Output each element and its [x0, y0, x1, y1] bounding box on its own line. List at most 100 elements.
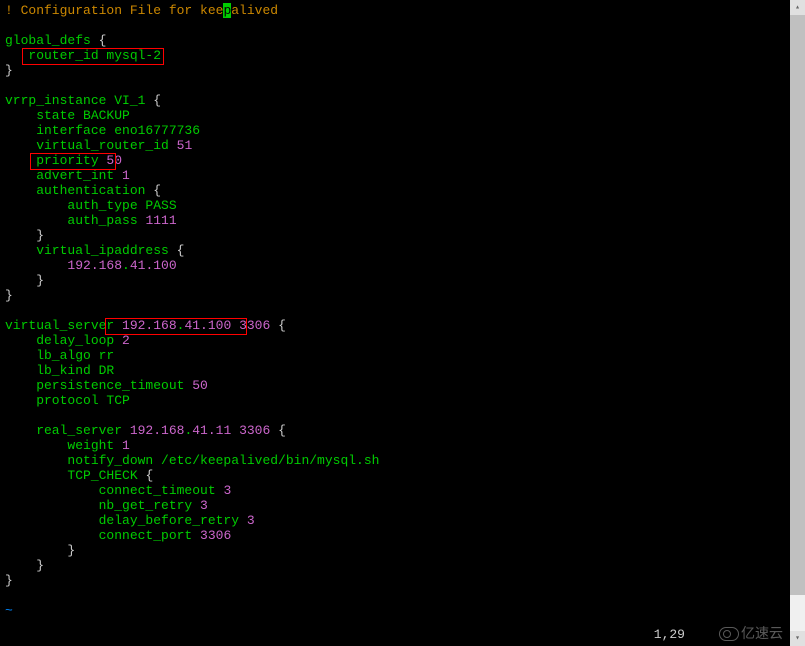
code-token: 1111 [145, 213, 176, 228]
code-line: notify_down /etc/keepalived/bin/mysql.sh [5, 453, 800, 468]
code-token: real_server [5, 423, 130, 438]
code-line: lb_algo rr [5, 348, 800, 363]
code-token: 50 [192, 378, 208, 393]
code-token: lb_algo rr [5, 348, 114, 363]
code-line: delay_before_retry 3 [5, 513, 800, 528]
code-token: 2 [122, 333, 130, 348]
code-token: 3306 [200, 528, 231, 543]
code-line: TCP_CHECK { [5, 468, 800, 483]
code-line: } [5, 228, 800, 243]
code-token: 41.100 [130, 258, 177, 273]
code-line: ! Configuration File for keepalived [5, 3, 800, 18]
code-token: 192.168 [67, 258, 122, 273]
code-token: 192.168 [130, 423, 185, 438]
scroll-down-arrow[interactable]: ▾ [790, 631, 805, 646]
code-token: } [36, 228, 44, 243]
code-line: } [5, 558, 800, 573]
code-token: lb_kind DR [5, 363, 114, 378]
cursor-position-status: 1,29 [654, 627, 685, 642]
code-line: state BACKUP [5, 108, 800, 123]
code-token: virtual_server [5, 318, 122, 333]
code-line: persistence_timeout 50 [5, 378, 800, 393]
code-token: 192.168 [122, 318, 177, 333]
code-line: router_id mysql-2 [5, 48, 800, 63]
code-line [5, 78, 800, 93]
scrollbar-thumb[interactable] [790, 15, 805, 595]
code-token: } [67, 543, 75, 558]
code-token: { [145, 468, 153, 483]
code-token: protocol TCP [5, 393, 130, 408]
code-token: 1 [122, 168, 130, 183]
code-token: . [122, 258, 130, 273]
editor-viewport[interactable]: ! Configuration File for keepalived glob… [0, 0, 805, 621]
code-line: weight 1 [5, 438, 800, 453]
code-line: virtual_router_id 51 [5, 138, 800, 153]
code-token: nb_get_retry [5, 498, 200, 513]
vertical-scrollbar[interactable]: ▴ ▾ [790, 0, 805, 646]
code-token: 41.100 [184, 318, 231, 333]
code-token: 50 [106, 153, 122, 168]
code-line: interface eno16777736 [5, 123, 800, 138]
code-line: auth_pass 1111 [5, 213, 800, 228]
watermark-text: 亿速云 [741, 626, 783, 641]
code-token: virtual_router_id [5, 138, 177, 153]
code-line: advert_int 1 [5, 168, 800, 183]
code-token: 3 [247, 513, 255, 528]
code-token: { [177, 243, 185, 258]
code-token: priority [5, 153, 106, 168]
code-token: } [5, 573, 13, 588]
code-line: } [5, 543, 800, 558]
code-line: virtual_ipaddress { [5, 243, 800, 258]
code-line: } [5, 273, 800, 288]
code-token: delay_before_retry [5, 513, 247, 528]
code-token: } [5, 63, 13, 78]
code-token: auth_type PASS [5, 198, 177, 213]
code-token: { [153, 183, 161, 198]
code-line: priority 50 [5, 153, 800, 168]
cloud-icon [719, 627, 739, 641]
code-line [5, 588, 800, 603]
code-line: global_defs { [5, 33, 800, 48]
code-token [5, 228, 36, 243]
code-line: lb_kind DR [5, 363, 800, 378]
code-token: advert_int [5, 168, 122, 183]
code-line: vrrp_instance VI_1 { [5, 93, 800, 108]
code-token: router_id mysql-2 [5, 48, 161, 63]
code-token: authentication [5, 183, 153, 198]
code-token: auth_pass [5, 213, 145, 228]
code-token: 3 [200, 498, 208, 513]
code-token: 3306 [231, 423, 270, 438]
code-token: global_defs [5, 33, 99, 48]
code-line [5, 18, 800, 33]
code-token: weight [5, 438, 122, 453]
code-line [5, 408, 800, 423]
code-line: } [5, 63, 800, 78]
code-line: 192.168.41.100 [5, 258, 800, 273]
code-token: connect_timeout [5, 483, 223, 498]
code-token: state BACKUP [5, 108, 130, 123]
code-token: vrrp_instance VI_1 [5, 93, 153, 108]
code-line: delay_loop 2 [5, 333, 800, 348]
code-token: 3306 [231, 318, 270, 333]
code-token: interface eno16777736 [5, 123, 200, 138]
code-line: real_server 192.168.41.11 3306 { [5, 423, 800, 438]
code-token [5, 543, 67, 558]
code-line: protocol TCP [5, 393, 800, 408]
code-token: connect_port [5, 528, 200, 543]
code-line: } [5, 288, 800, 303]
code-token [270, 423, 278, 438]
code-line: connect_timeout 3 [5, 483, 800, 498]
code-line [5, 303, 800, 318]
code-token: } [36, 273, 44, 288]
code-token: { [153, 93, 161, 108]
scroll-up-arrow[interactable]: ▴ [790, 0, 805, 15]
code-token: } [36, 558, 44, 573]
code-token: persistence_timeout [5, 378, 192, 393]
code-token: alived [231, 3, 278, 18]
code-token: 51 [177, 138, 193, 153]
code-line: auth_type PASS [5, 198, 800, 213]
code-token: } [5, 288, 13, 303]
code-token [270, 318, 278, 333]
code-line: connect_port 3306 [5, 528, 800, 543]
code-token [5, 273, 36, 288]
